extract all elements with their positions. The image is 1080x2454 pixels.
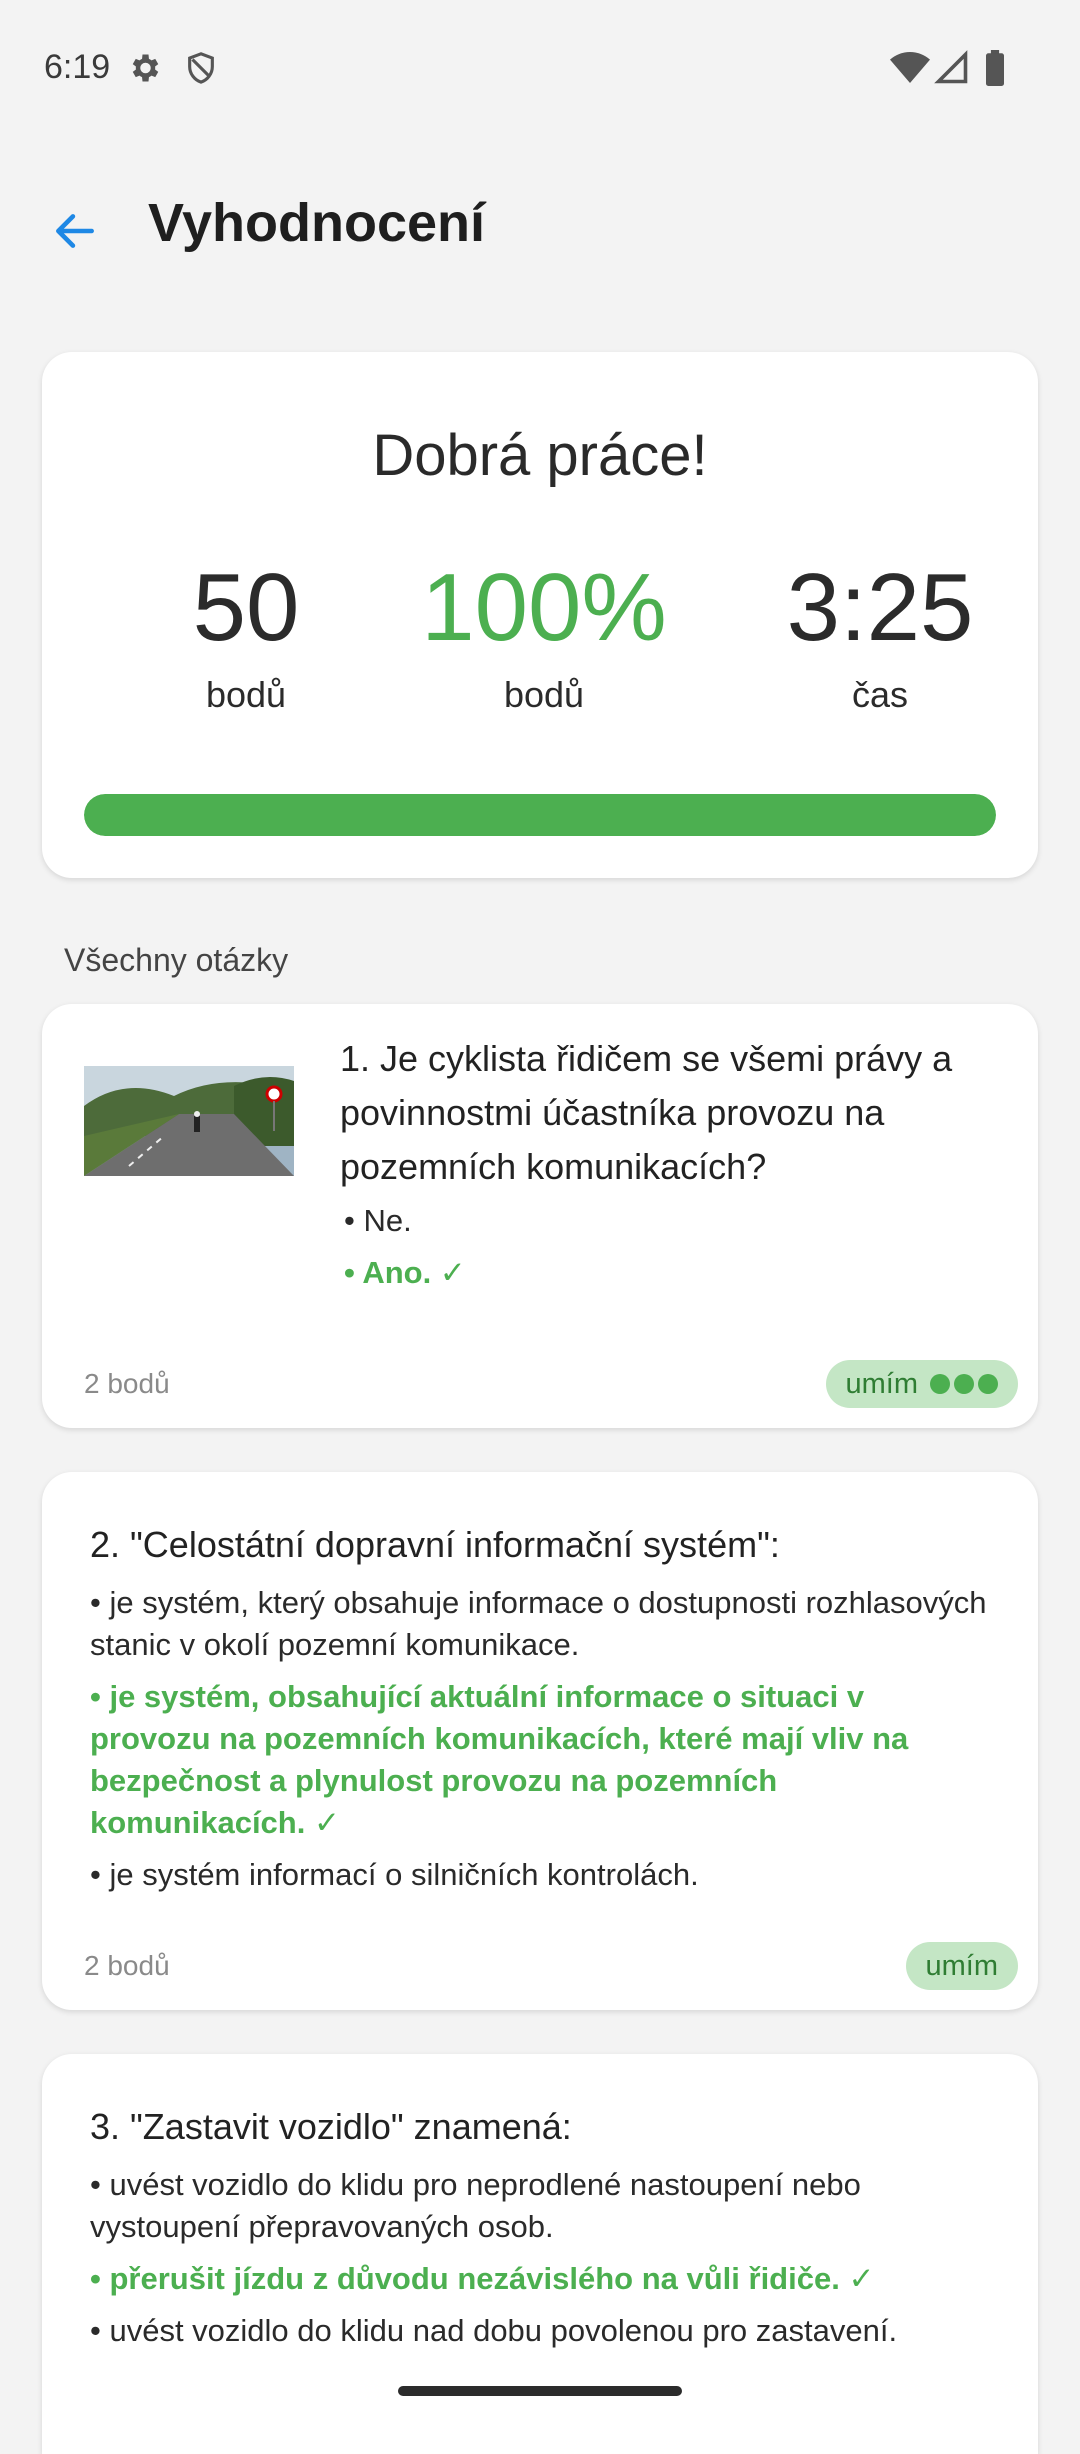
question-points: 2 bodů: [84, 1368, 170, 1399]
stat-label: bodů: [503, 674, 585, 715]
progress-fill: [84, 794, 996, 836]
badge-label: umím: [845, 1367, 919, 1400]
question-text: 1. Je cyklista řidičem se všemi právy a …: [340, 1038, 953, 1187]
answer-option: • uvést vozidlo do klidu nad dobu povole…: [90, 2313, 898, 2348]
stat-label: čas: [851, 674, 909, 715]
question-text: 2. "Celostátní dopravní informační systé…: [90, 1524, 780, 1565]
summary-headline: Dobrá práce!: [372, 423, 708, 488]
answer-option: • Ne.: [344, 1203, 412, 1238]
answer-list: • Ne. • Ano. ✓: [344, 1200, 1004, 1304]
score-progress-bar: [84, 794, 996, 836]
arrow-back-icon: [50, 206, 100, 261]
stat-label: bodů: [205, 674, 287, 715]
section-title: Všechny otázky: [64, 942, 289, 978]
summary-card: Dobrá práce! 50 bodů 100% bodů 3:25 čas: [42, 352, 1038, 878]
shield-icon: [184, 50, 218, 91]
answer-list: • uvést vozidlo do klidu pro neprodlené …: [90, 2164, 990, 2362]
answer-option: • je systém, který obsahuje informace o …: [90, 1585, 987, 1662]
status-bar: 6:19: [0, 0, 1080, 140]
question-image: [84, 1066, 294, 1176]
stat-percent: 100% bodů: [394, 560, 694, 716]
status-badge: umím: [905, 1942, 1018, 1990]
stat-value: 100%: [421, 554, 667, 661]
status-badge: umím: [825, 1360, 1018, 1408]
stat-points: 50 bodů: [96, 560, 396, 716]
status-time: 6:19: [44, 48, 111, 86]
settings-icon: [126, 50, 162, 91]
signal-icon: [934, 50, 970, 91]
answer-option-correct: • je systém, obsahující aktuální informa…: [90, 1679, 909, 1840]
stat-time: 3:25 čas: [730, 560, 1030, 716]
back-button[interactable]: [40, 198, 110, 268]
stat-value: 50: [192, 554, 300, 661]
question-points: 2 bodů: [84, 1950, 170, 1981]
wifi-icon: [890, 50, 930, 91]
answer-option-correct: • Ano. ✓: [344, 1255, 466, 1290]
question-card[interactable]: 2. "Celostátní dopravní informační systé…: [42, 1472, 1038, 2010]
mastery-dots-icon: [930, 1374, 998, 1394]
answer-option: • je systém informací o silničních kontr…: [90, 1857, 699, 1892]
gesture-nav-handle[interactable]: [398, 2386, 682, 2396]
question-card[interactable]: 1. Je cyklista řidičem se všemi právy a …: [42, 1004, 1038, 1428]
page-title: Vyhodnocení: [148, 193, 486, 253]
answer-option-correct: • přerušit jízdu z důvodu nezávislého na…: [90, 2261, 875, 2296]
battery-icon: [984, 50, 1006, 91]
answer-list: • je systém, který obsahuje informace o …: [90, 1582, 990, 1906]
question-text: 3. "Zastavit vozidlo" znamená:: [90, 2106, 572, 2147]
answer-option: • uvést vozidlo do klidu pro neprodlené …: [90, 2167, 861, 2244]
stat-value: 3:25: [786, 554, 974, 661]
badge-label: umím: [925, 1949, 999, 1982]
app-bar: Vyhodnocení: [0, 160, 1080, 290]
